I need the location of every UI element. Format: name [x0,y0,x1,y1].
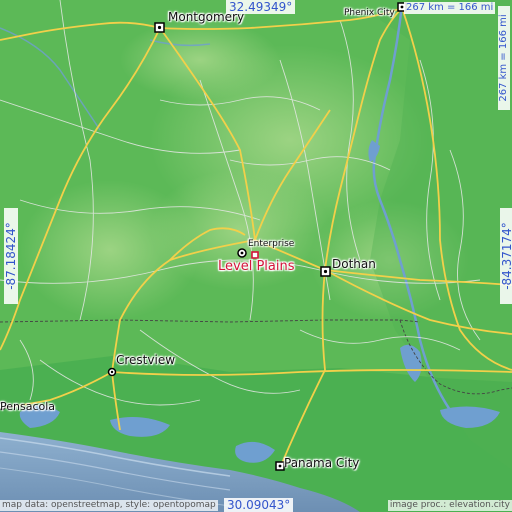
city-label-crestview: Crestview [116,353,176,367]
attribution-image-proc: image proc.: elevation.city [387,500,512,511]
scale-vertical: 267 km = 166 mi [498,6,510,110]
coordinate-top-latitude: 32.49349° [226,0,296,14]
city-label-panama-city: Panama City [284,456,360,470]
attribution-map-data: map data: openstreetmap, style: opentopo… [0,500,218,511]
highland-area [20,180,200,320]
coordinate-right-longitude: -84.37174° [500,208,512,304]
map-view[interactable]: Montgomery Phenix City Enterprise Dothan… [0,0,512,512]
feature-label-level-plains: Level Plains [218,259,295,274]
city-label-dothan: Dothan [332,257,376,271]
coordinate-bottom-latitude: 30.09043° [224,498,294,512]
scale-horizontal: 267 km = 166 mi [404,2,496,14]
city-label-pensacola: Pensacola [0,400,56,413]
terrain-map [0,0,512,512]
city-label-enterprise: Enterprise [248,239,295,249]
city-label-phenix-city: Phenix City [344,8,395,18]
coordinate-left-longitude: -87.18424° [4,208,18,304]
feature-marker-level-plains [251,251,259,259]
